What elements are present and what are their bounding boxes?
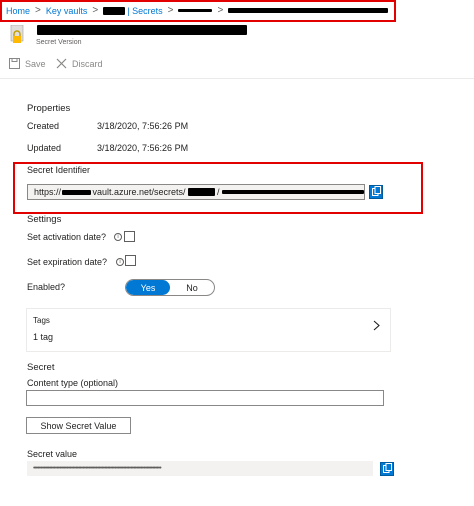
breadcrumb-home[interactable]: Home [6, 6, 30, 16]
blade-subtitle: Secret Version [36, 39, 82, 46]
tags-row[interactable] [26, 308, 391, 352]
activation-date-label: Set activation date? [27, 232, 107, 242]
enabled-label: Enabled? [27, 282, 66, 292]
redacted-version-id [228, 8, 389, 13]
save-icon [9, 57, 20, 71]
activation-info-icon[interactable]: i [114, 233, 122, 241]
expiration-date-label: Set expiration date? [27, 257, 108, 267]
created-label: Created [27, 121, 60, 131]
secret-heading: Secret [27, 362, 55, 373]
discard-button[interactable]: Discard [56, 57, 103, 71]
properties-heading: Properties [27, 103, 71, 114]
updated-value: 3/18/2020, 7:56:26 PM [97, 143, 189, 153]
expiration-date-checkbox[interactable] [125, 255, 136, 266]
tags-label: Tags [33, 316, 50, 325]
identifier-middle: vault.azure.net/secrets/ [92, 187, 186, 197]
redacted-blade-title [37, 25, 247, 35]
breadcrumb-separator: > [35, 5, 41, 16]
enabled-no-option[interactable]: No [170, 280, 214, 295]
copy-secret-value-button[interactable] [380, 462, 394, 476]
secret-identifier-label: Secret Identifier [27, 165, 91, 175]
expiration-info-icon[interactable]: i [116, 258, 124, 266]
breadcrumb: Home > Key vaults > | Secrets > > [0, 0, 389, 21]
redacted-version-path [221, 190, 364, 194]
settings-heading: Settings [27, 214, 62, 225]
redacted-vault-host [62, 189, 92, 195]
copy-identifier-button[interactable] [369, 185, 383, 199]
created-value: 3/18/2020, 7:56:26 PM [97, 121, 189, 131]
save-button[interactable]: Save [9, 57, 46, 71]
discard-label: Discard [72, 59, 103, 69]
copy-icon [382, 463, 392, 475]
content-type-input[interactable] [26, 390, 384, 406]
discard-icon [56, 58, 67, 71]
breadcrumb-separator: > [217, 5, 224, 16]
redacted-secret-name [178, 9, 213, 12]
save-label: Save [25, 59, 46, 69]
breadcrumb-separator: > [92, 5, 99, 16]
command-bar-divider [0, 78, 474, 79]
chevron-right-icon [373, 320, 380, 333]
breadcrumb-separator: > [167, 5, 174, 16]
identifier-separator: / [217, 187, 220, 197]
key-vault-secret-icon [10, 24, 26, 45]
identifier-prefix: https:// [34, 187, 62, 197]
updated-label: Updated [27, 143, 62, 153]
redacted-vault-name [103, 6, 126, 15]
content-type-label: Content type (optional) [27, 378, 119, 388]
breadcrumb-secrets[interactable]: | Secrets [127, 6, 162, 16]
secret-identifier-field[interactable]: https:// vault.azure.net/secrets/ / [27, 184, 365, 200]
breadcrumb-key-vaults[interactable]: Key vaults [46, 6, 88, 16]
activation-date-checkbox[interactable] [124, 231, 135, 242]
enabled-toggle[interactable]: Yes No [125, 279, 215, 296]
secret-value-label: Secret value [27, 449, 78, 459]
redacted-secret-path [187, 188, 216, 196]
copy-icon [371, 186, 381, 198]
secret-value-field[interactable]: ••••••••••••••••••••••••••••••••••••••••… [27, 461, 373, 476]
enabled-yes-option[interactable]: Yes [126, 280, 170, 295]
show-secret-value-button[interactable]: Show Secret Value [26, 417, 131, 434]
tags-count: 1 tag [33, 332, 54, 342]
